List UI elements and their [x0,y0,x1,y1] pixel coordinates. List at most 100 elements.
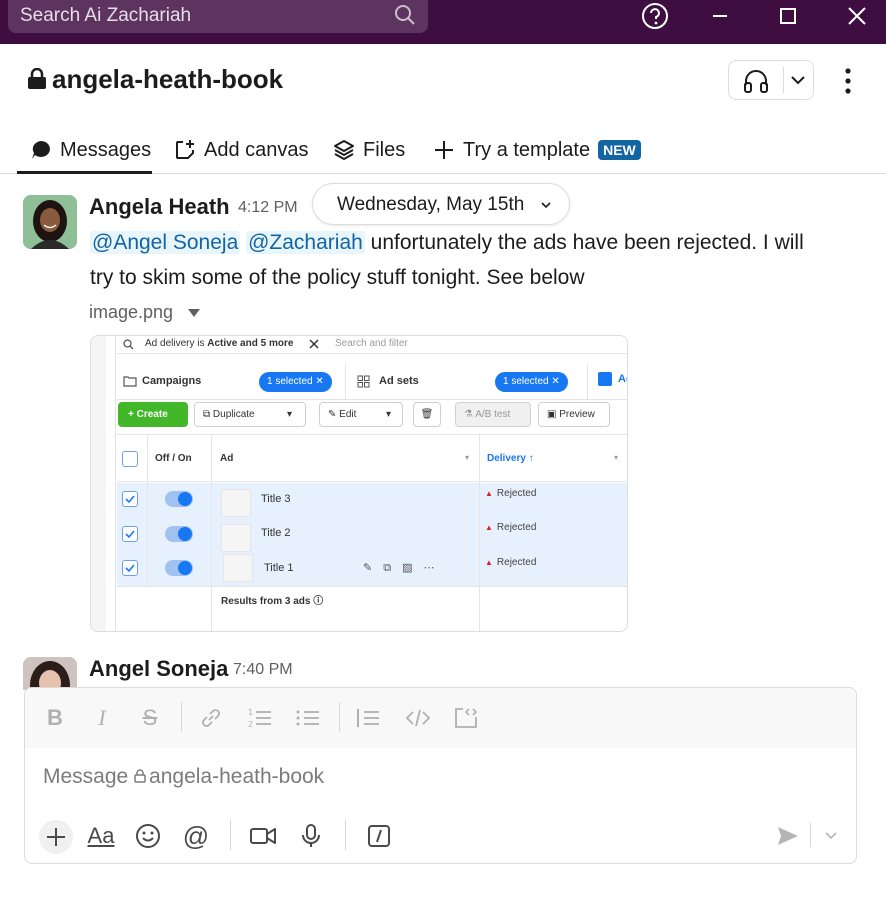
minimize-button[interactable] [705,2,735,30]
lock-icon [28,68,46,89]
tab-label: Messages [60,138,152,161]
date-divider-button[interactable]: Wednesday, May 15th [312,183,570,225]
embedded-row-checkbox [122,560,138,576]
search-placeholder: Search Ai Zachariah [20,5,192,26]
embedded-tab-adsets: Ad sets [379,375,419,387]
embedded-row [117,483,627,518]
video-icon[interactable] [247,820,279,852]
mention-zachariah[interactable]: @Zachariah [246,231,365,254]
embedded-row-checkbox [122,491,138,507]
maximize-button[interactable] [773,2,803,30]
embedded-selected-chip: 1 selected ✕ [259,372,332,392]
date-divider-label: Wednesday, May 15th [337,194,525,215]
caret-down-icon [188,309,201,318]
bold-icon[interactable]: B [42,705,68,731]
embedded-ad-thumbnail [221,489,251,517]
message-list[interactable]: Angela Heath 4:12 PM Wednesday, May 15th… [0,175,886,690]
placeholder-prefix: Message [43,765,135,788]
embedded-filter-chip: Ad delivery is Active and 5 more [145,338,294,349]
embedded-row [117,518,627,553]
slash-command-icon[interactable] [363,820,395,852]
close-button[interactable] [842,2,872,30]
close-icon [309,339,319,349]
grid-icon [357,375,370,388]
embedded-abtest-button: ⚗ A/B test [455,402,531,427]
embedded-col-divider [211,435,212,483]
channel-name[interactable]: angela-heath-book [52,64,283,95]
avatar[interactable] [23,657,77,690]
embedded-create-button: + Create [118,402,188,427]
channel-tabs: Messages Add canvas Files Try a template… [0,124,886,174]
message-time[interactable]: 4:12 PM [238,199,298,217]
tab-files[interactable]: Files [333,132,405,168]
embedded-col-divider [479,435,480,483]
embedded-tab-ads: Ac [587,364,627,400]
tab-try-template[interactable]: Try a template NEW [433,132,641,168]
embedded-preview-button: ▣ Preview [538,402,610,427]
message-input[interactable]: Message angela-heath-book [43,765,324,789]
plus-icon [47,828,65,846]
placeholder-channel: angela-heath-book [149,765,325,788]
message-author[interactable]: Angela Heath [89,194,230,220]
channel-header: angela-heath-book Messages Add canvas Fi… [0,44,886,174]
code-icon[interactable] [405,705,431,731]
message-body: @Angel Soneja @Zachariah unfortunately t… [90,225,860,295]
chevron-down-icon[interactable] [791,75,805,85]
embedded-ad-thumbnail [223,554,253,582]
code-block-icon[interactable] [453,705,479,731]
embedded-col-divider [147,435,148,483]
blockquote-icon[interactable] [355,705,381,731]
attachment-header[interactable]: image.png [89,302,201,323]
tab-label: Files [363,138,406,161]
chevron-down-icon[interactable] [815,820,847,852]
embedded-tab-campaigns: Campaigns [142,375,202,387]
embedded-delete-button: 🗑 [413,402,441,427]
italic-icon[interactable]: I [89,705,115,731]
maximize-icon [780,8,796,24]
embedded-tab-ads-label: Ac [618,373,627,385]
embedded-left-rail [91,336,107,631]
ordered-list-icon[interactable]: 12 [247,705,273,731]
avatar[interactable] [23,195,77,249]
search-bar[interactable]: Search Ai Zachariah [8,0,428,33]
message-author[interactable]: Angel Soneja [89,656,228,682]
embedded-col-divider [211,482,212,631]
formatting-toolbar: B I S 12 [25,688,856,748]
embedded-tab-divider [345,364,346,400]
mention-angel-soneja[interactable]: @Angel Soneja [90,231,241,254]
title-bar: Search Ai Zachariah [0,0,886,44]
emoji-icon[interactable] [132,820,164,852]
embedded-selected-chip: 1 selected ✕ [495,372,568,392]
help-button[interactable] [640,2,670,30]
send-icon[interactable] [772,820,804,852]
tab-messages[interactable]: Messages [30,132,151,168]
message-text-line2: try to skim some of the policy stuff ton… [90,266,585,289]
embedded-ad-title: Title 3 [261,493,291,505]
attach-button[interactable] [39,820,73,854]
embedded-edit-button: ✎ Edit ▾ [319,402,403,427]
embedded-tabs: Campaigns 1 selected ✕ Ad sets 1 selecte… [117,364,627,400]
composer-divider [810,823,811,847]
message-bubble-icon [32,141,50,159]
embedded-toggle [165,560,193,576]
layers-icon [334,140,354,160]
bulleted-list-icon[interactable] [295,705,321,731]
plus-icon [435,141,453,159]
message-composer: B I S 12 Message angela-heath-book Aa @ [24,687,857,864]
toolbar-divider [181,702,182,732]
avatar-image [23,195,77,249]
attachment-image[interactable]: Ad delivery is Active and 5 more Search … [90,335,628,632]
tab-add-canvas[interactable]: Add canvas [174,132,309,168]
mention-icon[interactable]: @ [180,820,212,852]
strikethrough-icon[interactable]: S [137,705,163,731]
more-options-icon[interactable] [838,66,858,96]
toolbar-divider [339,702,340,732]
text-format-icon[interactable]: Aa [85,820,117,852]
message-text-line1: unfortunately the ads have been rejected… [364,231,804,254]
huddle-button[interactable] [728,60,814,100]
link-icon[interactable] [198,705,224,731]
microphone-icon[interactable] [295,820,327,852]
message-time[interactable]: 7:40 PM [233,661,293,679]
search-icon [395,5,415,25]
embedded-row-actions: ✎⧉▨⋯ [363,562,446,574]
